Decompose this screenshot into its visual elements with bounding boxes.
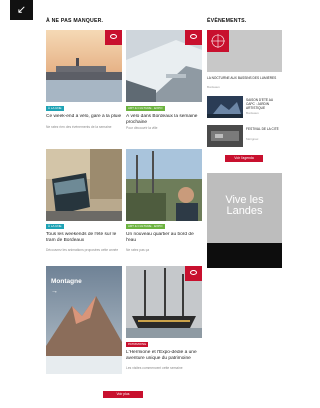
favorite-button[interactable] — [185, 266, 202, 281]
favorite-button[interactable] — [185, 30, 202, 45]
event-2-photo — [207, 125, 243, 147]
card-5-title[interactable]: Montagne — [51, 278, 82, 285]
card-1-tag: À LA UNE — [46, 106, 64, 111]
ad-banner[interactable]: Vive les Landes — [207, 173, 282, 268]
card-3-meta: Découvrez les animations proposées cette… — [46, 248, 119, 252]
card-3-photo — [46, 149, 122, 221]
ad-footer-bar — [207, 243, 282, 268]
card-6-meta: Les visites commencent cette semaine — [126, 366, 183, 370]
card-image-5[interactable]: Montagne → — [46, 266, 122, 374]
card-image-3[interactable] — [46, 149, 122, 221]
event-featured-image[interactable] — [207, 30, 282, 72]
event-featured-meta: Bordeaux — [207, 85, 220, 89]
card-4-title[interactable]: Un nouveau quartier au bord de l'eau — [126, 232, 202, 244]
event-item-title-1[interactable]: SAISON D'ÉTÉ AU CAPC : JARDIN ARTISTIQUE — [246, 98, 282, 110]
card-2-meta: Pour découvrir la ville — [126, 126, 158, 130]
ad-text: Vive les Landes — [225, 194, 264, 217]
event-item-title-2[interactable]: FESTIVAL DE LA CITÉ — [246, 127, 282, 135]
favorite-button[interactable] — [105, 30, 122, 45]
card-image-1[interactable] — [46, 30, 122, 102]
arrow-right-icon: → — [51, 288, 58, 295]
section-title-not-to-miss: À NE PAS MANQUER. — [46, 18, 104, 24]
card-6-title[interactable]: L'Hermione et l'Expo-dédié à une aventur… — [126, 350, 202, 362]
card-4-tag: ART & CULTURE · EXPO — [126, 224, 165, 229]
card-2-title[interactable]: À vélo dans Bordeaux la semaine prochain… — [126, 114, 202, 126]
card-2-tag: ART & CULTURE · EXPO — [126, 106, 165, 111]
event-item-image-1[interactable] — [207, 96, 243, 118]
card-3-title[interactable]: Tous les weekends de l'été sur le tram d… — [46, 232, 122, 244]
card-6-tag: PATRIMOINE — [126, 342, 149, 347]
card-1-meta: Ne ratez rien des événements de la semai… — [46, 125, 112, 129]
event-logo — [207, 30, 229, 52]
card-3-tag: À LA UNE — [46, 224, 64, 229]
card-4-meta: Ne ratez pas ça — [126, 248, 150, 252]
event-item-meta-1: Bordeaux — [246, 111, 259, 115]
back-button[interactable]: ↙ — [10, 0, 33, 20]
card-4-photo — [126, 149, 202, 221]
event-1-photo — [207, 96, 243, 118]
load-more-button[interactable]: Voir plus — [103, 391, 143, 398]
event-featured-title[interactable]: LA NOCTURNE AUX BASSINS DES LUMIÈRES — [207, 76, 282, 84]
card-image-4[interactable] — [126, 149, 202, 221]
section-title-events: ÉVÈNEMENTS. — [207, 18, 247, 24]
events-more-button[interactable]: Voir l'agenda — [225, 155, 263, 162]
arrow-down-left-icon: ↙ — [16, 4, 27, 16]
event-item-image-2[interactable] — [207, 125, 243, 147]
card-image-2[interactable] — [126, 30, 202, 102]
card-image-6[interactable] — [126, 266, 202, 338]
event-item-meta-2: Mérignac — [246, 137, 259, 141]
grid-icon — [211, 34, 225, 48]
